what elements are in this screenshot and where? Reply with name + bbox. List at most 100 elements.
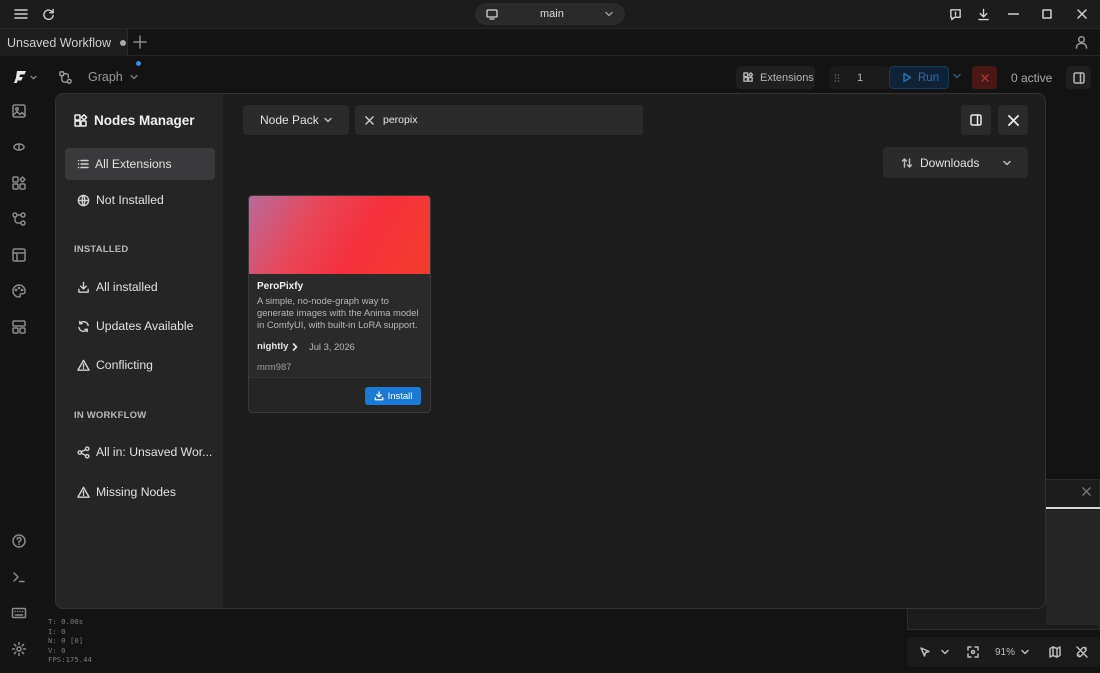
close-window-icon[interactable]	[1071, 4, 1093, 24]
chevron-down-icon[interactable]	[1021, 649, 1029, 655]
download-icon[interactable]	[972, 4, 994, 24]
settings-gear-icon[interactable]	[11, 641, 31, 661]
maximize-icon[interactable]	[1036, 4, 1058, 24]
clear-search-icon[interactable]	[365, 115, 374, 125]
extensions-icon	[74, 113, 88, 128]
card-title: PeroPixfy	[257, 281, 304, 292]
graph-label: Graph	[88, 70, 123, 84]
close-icon	[980, 73, 989, 82]
feedback-icon[interactable]	[944, 4, 966, 24]
play-icon	[902, 72, 912, 83]
card-author: mrm987	[257, 361, 292, 372]
nav-label: Conflicting	[96, 358, 153, 372]
download-icon	[78, 281, 89, 293]
branch-selector[interactable]: main	[475, 3, 625, 25]
nav-label: All installed	[96, 280, 158, 294]
search-mode-value: Node Pack	[260, 113, 319, 127]
refresh-icon	[78, 320, 89, 332]
nav-label: Missing Nodes	[96, 485, 176, 499]
nav-label: All in: Unsaved Wor...	[96, 445, 213, 459]
branch-label: main	[540, 8, 564, 20]
toggle-right-panel-button[interactable]	[1066, 66, 1091, 89]
nav-updates-available[interactable]: Updates Available	[65, 310, 215, 342]
close-icon	[1007, 114, 1019, 126]
help-icon[interactable]	[11, 533, 31, 553]
keyboard-icon[interactable]	[11, 605, 31, 625]
unsaved-dot-icon	[119, 39, 126, 46]
drag-handle-icon[interactable]	[834, 73, 840, 83]
run-button[interactable]: Run	[889, 66, 949, 89]
card-description: A simple, no-node-graph way to generate …	[257, 295, 419, 331]
section-heading-in-workflow: IN WORKFLOW	[74, 410, 147, 421]
notification-dot	[136, 61, 141, 66]
nav-all-extensions[interactable]: All Extensions	[65, 148, 215, 180]
close-dialog-button[interactable]	[998, 105, 1028, 135]
download-icon	[374, 391, 384, 401]
palette-icon[interactable]	[11, 283, 31, 303]
search-input[interactable]	[383, 114, 613, 126]
sort-value: Downloads	[920, 155, 980, 170]
chevron-down-icon	[605, 11, 613, 17]
layout-icon[interactable]	[11, 319, 31, 339]
images-icon[interactable]	[11, 103, 31, 123]
install-button[interactable]: Install	[365, 387, 421, 405]
card-version[interactable]: nightly	[257, 341, 298, 352]
run-options-chevron-icon[interactable]	[953, 73, 961, 79]
queue-count-stepper[interactable]: 1	[830, 66, 890, 89]
refresh-icon[interactable]	[37, 4, 59, 24]
card-banner-image	[249, 196, 430, 274]
nav-missing-nodes[interactable]: Missing Nodes	[65, 476, 215, 508]
panel-right-icon	[1072, 71, 1085, 84]
toggle-details-panel-button[interactable]	[961, 105, 991, 135]
node-library-icon[interactable]	[11, 175, 31, 195]
warning-triangle-icon	[77, 359, 90, 371]
cancel-run-button[interactable]	[972, 66, 997, 89]
models-icon[interactable]	[11, 139, 31, 159]
active-jobs-label[interactable]: 0 active	[1011, 71, 1052, 85]
stats-line: FPS:175.44	[48, 655, 92, 665]
templates-icon[interactable]	[11, 247, 31, 267]
list-icon	[77, 159, 89, 169]
dialog-header: Nodes Manager	[74, 113, 195, 128]
nav-all-in-workflow[interactable]: All in: Unsaved Wor...	[65, 436, 215, 468]
terminal-icon[interactable]	[11, 569, 31, 589]
minimap-icon[interactable]	[1049, 646, 1061, 658]
node-pack-card[interactable]: PeroPixfy A simple, no-node-graph way to…	[248, 195, 431, 413]
panel-right-icon	[970, 114, 982, 126]
search-mode-select[interactable]: Node Pack	[243, 105, 349, 135]
card-footer: Install	[249, 377, 430, 412]
chevron-down-icon[interactable]	[941, 649, 949, 655]
workflow-tab-bar: Unsaved Workflow	[0, 28, 1100, 56]
graph-breadcrumb[interactable]: Graph	[50, 64, 140, 90]
extensions-button[interactable]: Extensions	[736, 66, 815, 89]
nav-not-installed[interactable]: Not Installed	[65, 184, 215, 216]
sort-icon	[901, 157, 913, 169]
nodes-manager-sidebar: Nodes Manager All Extensions Not Install…	[56, 94, 223, 608]
sort-select[interactable]: Downloads	[883, 147, 1028, 178]
new-tab-plus-icon[interactable]	[133, 35, 147, 49]
user-icon[interactable]	[1075, 35, 1088, 49]
nav-conflicting[interactable]: Conflicting	[65, 349, 215, 381]
minimize-icon[interactable]	[1002, 4, 1024, 24]
graph-icon	[58, 70, 73, 85]
version-label: nightly	[257, 341, 289, 352]
close-panel-icon[interactable]	[1082, 487, 1091, 496]
nav-label: All Extensions	[95, 157, 172, 171]
stats-line: V: 0	[48, 645, 66, 655]
zoom-level[interactable]: 91%	[995, 647, 1015, 658]
select-pointer-icon[interactable]	[919, 646, 931, 658]
globe-icon	[77, 194, 90, 206]
hamburger-menu-icon[interactable]	[10, 4, 32, 24]
extensions-label: Extensions	[760, 71, 814, 84]
nav-all-installed[interactable]: All installed	[65, 271, 215, 303]
canvas-controls-bar: 91%	[907, 637, 1100, 667]
search-field[interactable]	[355, 105, 643, 135]
toggle-links-icon[interactable]	[1076, 646, 1088, 658]
chevron-right-icon	[292, 342, 298, 351]
workflows-icon[interactable]	[11, 211, 31, 231]
warning-triangle-icon	[77, 486, 90, 498]
fit-view-icon[interactable]	[967, 646, 979, 658]
stats-line: T: 0.00s	[48, 617, 84, 626]
tab-unsaved-workflow[interactable]: Unsaved Workflow	[0, 29, 128, 56]
card-date: Jul 3, 2026	[309, 341, 355, 352]
